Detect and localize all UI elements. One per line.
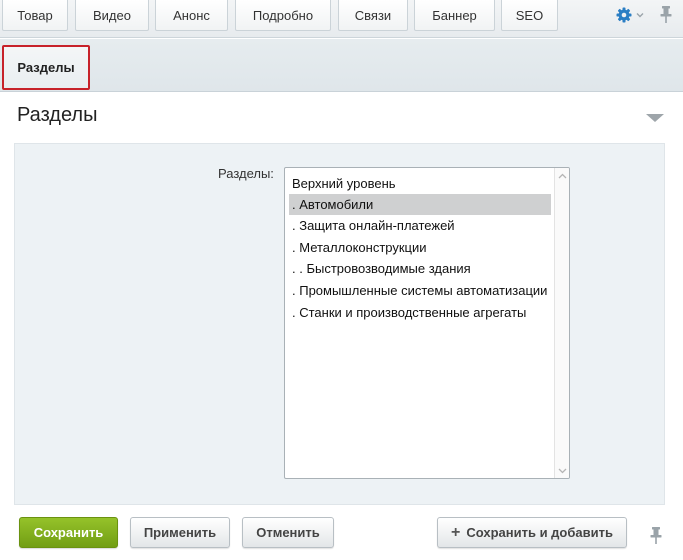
sections-label: Разделы: — [218, 166, 274, 181]
pin-icon[interactable] — [648, 526, 664, 546]
top-tab-bar: Товар Видео Анонс Подробно Связи Баннер … — [0, 0, 683, 38]
settings-button[interactable] — [616, 5, 646, 25]
pin-icon[interactable] — [658, 5, 674, 25]
section-title: Разделы — [17, 104, 98, 126]
gear-icon — [616, 7, 632, 23]
tab-details[interactable]: Подробно — [235, 0, 331, 31]
list-item[interactable]: . Промышленные системы автоматизации — [289, 280, 551, 301]
tab-announce[interactable]: Анонс — [155, 0, 228, 31]
save-and-add-button[interactable]: + Сохранить и добавить — [437, 517, 627, 548]
sub-tab-bar: Разделы — [0, 39, 683, 92]
tab-links[interactable]: Связи — [338, 0, 408, 31]
apply-button[interactable]: Применить — [130, 517, 230, 548]
list-item-selected[interactable]: . Автомобили — [289, 194, 551, 215]
list-item[interactable]: . Металлоконструкции — [289, 237, 551, 258]
chevron-down-icon — [558, 468, 567, 473]
plus-icon: + — [451, 523, 461, 541]
save-and-add-label: Сохранить и добавить — [466, 525, 613, 540]
tab-product[interactable]: Товар — [2, 0, 68, 31]
tab-sections[interactable]: Разделы — [2, 45, 90, 90]
chevron-down-icon — [636, 13, 644, 18]
chevron-up-icon — [558, 173, 567, 178]
list-item[interactable]: . Защита онлайн-платежей — [289, 215, 551, 236]
list-item[interactable]: . Станки и производственные агрегаты — [289, 302, 551, 323]
tab-banner[interactable]: Баннер — [414, 0, 495, 31]
list-item[interactable]: . . Быстровозводимые здания — [289, 258, 551, 279]
tab-video[interactable]: Видео — [75, 0, 149, 31]
sections-listbox[interactable]: Верхний уровень . Автомобили . Защита он… — [284, 167, 570, 479]
tab-seo[interactable]: SEO — [501, 0, 558, 31]
list-item[interactable]: Верхний уровень — [289, 173, 551, 194]
scroll-up-button[interactable] — [555, 168, 569, 183]
cancel-button[interactable]: Отменить — [242, 517, 334, 548]
scroll-down-button[interactable] — [555, 463, 569, 478]
listbox-scrollbar[interactable] — [554, 168, 569, 478]
triangle-down-icon[interactable] — [645, 112, 665, 124]
save-button[interactable]: Сохранить — [19, 517, 118, 548]
